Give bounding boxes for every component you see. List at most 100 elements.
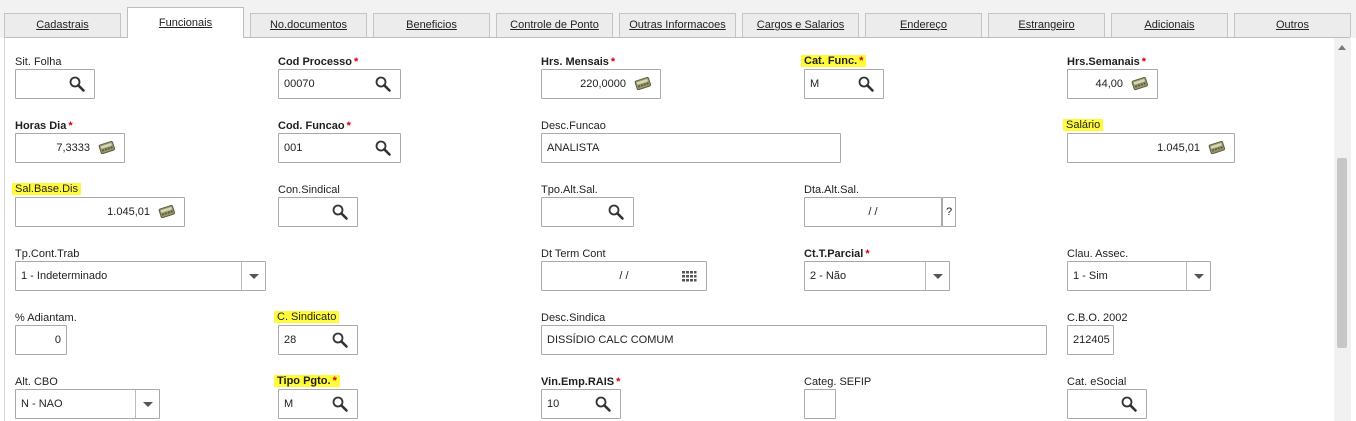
tab-beneficios[interactable]: Beneficios <box>373 13 490 37</box>
ct-t-parcial-select[interactable]: 2 - Não <box>804 261 950 291</box>
calculator-icon[interactable] <box>1131 75 1149 93</box>
con-sindical-field[interactable] <box>278 197 358 227</box>
tpo-alt-sal-field[interactable] <box>541 197 634 227</box>
search-icon[interactable] <box>331 331 349 349</box>
tipo-pgto-label: Tipo Pgto. * <box>274 375 340 387</box>
hrs-mensais-field[interactable]: 220,0000 <box>541 69 661 99</box>
chevron-down-icon[interactable] <box>241 262 265 290</box>
alt-cbo-label: Alt. CBO <box>15 376 58 388</box>
tab-funcionais[interactable]: Funcionais <box>127 7 244 38</box>
cat-esocial-label: Cat. eSocial <box>1067 376 1127 388</box>
tp-cont-trab-label: Tp.Cont.Trab <box>15 248 80 260</box>
pct-adiantam-field[interactable]: 0 <box>15 325 67 355</box>
vin-emp-rais-field[interactable]: 10 <box>541 389 621 419</box>
sal-base-dis-value: 1.045,01 <box>107 206 150 218</box>
clau-assec-label: Clau. Assec. <box>1067 248 1129 260</box>
tab-controle-de-ponto[interactable]: Controle de Ponto <box>496 13 613 37</box>
cbo-2002-value: 212405 <box>1073 334 1110 346</box>
cat-func-field[interactable]: M <box>804 69 884 99</box>
vin-emp-rais-label: Vin.Emp.RAIS * <box>541 376 621 388</box>
hrs-semanais-label: Hrs.Semanais * <box>1067 56 1147 68</box>
search-icon[interactable] <box>374 75 392 93</box>
cod-processo-field[interactable]: 00070 <box>278 69 401 99</box>
pct-adiantam-value: 0 <box>54 334 61 346</box>
search-icon[interactable] <box>374 139 392 157</box>
c-sindicato-field[interactable]: 28 <box>278 325 358 355</box>
tab-outros[interactable]: Outros <box>1234 13 1351 37</box>
chevron-down-icon[interactable] <box>925 262 949 290</box>
calculator-icon[interactable] <box>98 139 116 157</box>
desc-sindica-value: DISSÍDIO CALC COMUM <box>547 334 674 346</box>
tab-estrangeiro[interactable]: Estrangeiro <box>988 13 1105 37</box>
calculator-icon[interactable] <box>158 203 176 221</box>
desc-funcao-label: Desc.Funcao <box>541 120 606 132</box>
tab-cadastrais[interactable]: Cadastrais <box>4 13 121 37</box>
sal-base-dis-label: Sal.Base.Dis <box>12 183 81 195</box>
sit-folha-field[interactable] <box>15 69 95 99</box>
cod-funcao-field[interactable]: 001 <box>278 133 401 163</box>
salario-value: 1.045,01 <box>1157 142 1200 154</box>
sit-folha-label: Sit. Folha <box>15 56 62 68</box>
tab-outras-informacoes[interactable]: Outras Informacoes <box>619 13 736 37</box>
desc-sindica-field[interactable]: DISSÍDIO CALC COMUM <box>541 325 1047 355</box>
tp-cont-trab-value: 1 - Indeterminado <box>21 270 108 282</box>
tab-cargos-e-salarios[interactable]: Cargos e Salarios <box>742 13 859 37</box>
dta-alt-sal-field[interactable]: / / <box>804 197 942 227</box>
salario-label: Salário <box>1063 119 1104 131</box>
search-icon[interactable] <box>331 395 349 413</box>
calculator-icon[interactable] <box>1208 139 1226 157</box>
dta-alt-sal-help-button[interactable]: ? <box>942 197 956 227</box>
tab-no-documentos[interactable]: No.documentos <box>250 13 367 37</box>
cat-esocial-field[interactable] <box>1067 389 1147 419</box>
pct-adiantam-label: % Adiantam. <box>15 312 77 324</box>
desc-funcao-value: ANALISTA <box>547 142 600 154</box>
desc-funcao-field[interactable]: ANALISTA <box>541 133 841 163</box>
search-icon[interactable] <box>68 75 86 93</box>
ct-t-parcial-value: 2 - Não <box>810 270 847 282</box>
vin-emp-rais-value: 10 <box>547 398 560 410</box>
con-sindical-label: Con.Sindical <box>278 184 340 196</box>
cod-funcao-value: 001 <box>284 142 303 154</box>
dt-term-cont-label: Dt Term Cont <box>541 248 606 260</box>
chevron-down-icon[interactable] <box>1186 262 1210 290</box>
cat-func-value: M <box>810 78 820 90</box>
c-sindicato-value: 28 <box>284 334 297 346</box>
cod-processo-value: 00070 <box>284 78 315 90</box>
horas-dia-value: 7,3333 <box>56 142 90 154</box>
search-icon[interactable] <box>857 75 875 93</box>
scrollbar-thumb[interactable] <box>1337 158 1347 348</box>
search-icon[interactable] <box>594 395 612 413</box>
tp-cont-trab-select[interactable]: 1 - Indeterminado <box>15 261 266 291</box>
salario-field[interactable]: 1.045,01 <box>1067 133 1235 163</box>
calculator-icon[interactable] <box>634 75 652 93</box>
clau-assec-value: 1 - Sim <box>1073 270 1108 282</box>
scroll-up-arrow-icon[interactable] <box>1338 45 1346 50</box>
clau-assec-select[interactable]: 1 - Sim <box>1067 261 1211 291</box>
search-icon[interactable] <box>607 203 625 221</box>
dta-alt-sal-value: / / <box>868 206 878 218</box>
chevron-down-icon[interactable] <box>135 390 159 418</box>
categ-sefip-label: Categ. SEFIP <box>804 376 872 388</box>
tipo-pgto-field[interactable]: M <box>278 389 358 419</box>
search-icon[interactable] <box>331 203 349 221</box>
hrs-mensais-label: Hrs. Mensais * <box>541 56 616 68</box>
horas-dia-field[interactable]: 7,3333 <box>15 133 125 163</box>
dta-alt-sal-label: Dta.Alt.Sal. <box>804 184 860 196</box>
desc-sindica-label: Desc.Sindica <box>541 312 606 324</box>
search-icon[interactable] <box>1120 395 1138 413</box>
tab-adicionais[interactable]: Adicionais <box>1111 13 1228 37</box>
tab-endereco[interactable]: Endereço <box>865 13 982 37</box>
cod-funcao-label: Cod. Funcao * <box>278 120 351 132</box>
hrs-mensais-value: 220,0000 <box>580 78 626 90</box>
cbo-2002-field[interactable]: 212405 <box>1067 325 1114 355</box>
tpo-alt-sal-label: Tpo.Alt.Sal. <box>541 184 598 196</box>
categ-sefip-field[interactable] <box>804 389 836 419</box>
calendar-icon[interactable] <box>680 267 698 285</box>
vertical-scrollbar[interactable] <box>1334 38 1351 421</box>
sal-base-dis-field[interactable]: 1.045,01 <box>15 197 185 227</box>
dt-term-cont-field[interactable]: / / <box>541 261 707 291</box>
hrs-semanais-value: 44,00 <box>1095 78 1123 90</box>
cbo-2002-label: C.B.O. 2002 <box>1067 312 1128 324</box>
alt-cbo-select[interactable]: N - NAO <box>15 389 160 419</box>
hrs-semanais-field[interactable]: 44,00 <box>1067 69 1158 99</box>
